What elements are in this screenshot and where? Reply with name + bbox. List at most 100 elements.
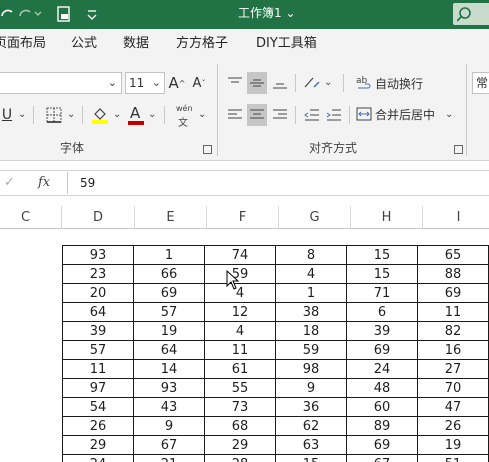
- wrap-text-button[interactable]: 自动换行: [375, 77, 423, 91]
- phonetic-guide-button[interactable]: wén 文: [174, 104, 194, 129]
- table-cell[interactable]: 27: [417, 359, 489, 379]
- top-align-button[interactable]: [225, 72, 245, 94]
- decrease-indent-button[interactable]: [302, 104, 322, 126]
- font-color-button[interactable]: A: [127, 104, 145, 126]
- table-cell[interactable]: 9: [133, 416, 205, 436]
- table-cell[interactable]: 88: [417, 264, 489, 284]
- table-cell[interactable]: 69: [346, 435, 418, 455]
- table-cell[interactable]: 29: [204, 435, 276, 455]
- table-cell[interactable]: 15: [346, 264, 418, 284]
- chevron-down-icon[interactable]: ⌄: [67, 109, 75, 120]
- table-cell[interactable]: 59: [275, 340, 347, 360]
- search-button[interactable]: [453, 3, 489, 25]
- table-cell[interactable]: 15: [346, 245, 418, 265]
- table-cell[interactable]: 67: [133, 435, 205, 455]
- alignment-dialog-launcher-icon[interactable]: [454, 145, 463, 154]
- align-left-button[interactable]: [225, 104, 245, 126]
- table-cell[interactable]: 69: [133, 283, 205, 303]
- table-cell[interactable]: 26: [417, 416, 489, 436]
- chevron-down-icon[interactable]: ⌄: [324, 77, 332, 88]
- underline-button[interactable]: U: [0, 104, 16, 126]
- table-cell[interactable]: 20: [62, 283, 134, 303]
- table-cell[interactable]: 89: [346, 416, 418, 436]
- table-cell[interactable]: 4: [204, 321, 276, 341]
- table-cell[interactable]: 11: [417, 302, 489, 322]
- table-cell[interactable]: 64: [133, 340, 205, 360]
- table-cell[interactable]: 16: [417, 340, 489, 360]
- bottom-align-button[interactable]: [270, 72, 290, 94]
- borders-button[interactable]: [44, 104, 64, 126]
- redo-icon[interactable]: [16, 4, 44, 24]
- table-cell[interactable]: 51: [417, 454, 489, 462]
- table-cell[interactable]: 69: [417, 283, 489, 303]
- table-cell[interactable]: 93: [133, 378, 205, 398]
- insert-function-button[interactable]: fx: [38, 175, 50, 190]
- decrease-font-size-button[interactable]: Aˇ: [190, 72, 208, 94]
- table-cell[interactable]: 98: [275, 359, 347, 379]
- table-cell[interactable]: 12: [204, 302, 276, 322]
- increase-indent-button[interactable]: [324, 104, 344, 126]
- table-cell[interactable]: 74: [204, 245, 276, 265]
- table-cell[interactable]: 57: [133, 302, 205, 322]
- table-cell[interactable]: 8: [275, 245, 347, 265]
- enter-check-icon[interactable]: ✓: [4, 175, 15, 190]
- table-cell[interactable]: 19: [133, 321, 205, 341]
- table-cell[interactable]: 63: [275, 435, 347, 455]
- table-cell[interactable]: 65: [417, 245, 489, 265]
- table-cell[interactable]: 23: [62, 264, 134, 284]
- table-cell[interactable]: 39: [346, 321, 418, 341]
- column-header-i[interactable]: I: [423, 206, 489, 229]
- font-dialog-launcher-icon[interactable]: [203, 145, 212, 154]
- table-cell[interactable]: 70: [417, 378, 489, 398]
- table-cell[interactable]: 1: [133, 245, 205, 265]
- table-cell[interactable]: 38: [275, 302, 347, 322]
- table-cell[interactable]: 24: [62, 454, 134, 462]
- table-cell[interactable]: 21: [133, 454, 205, 462]
- table-cell[interactable]: 59: [204, 264, 276, 284]
- orientation-button[interactable]: [302, 72, 322, 94]
- table-cell[interactable]: 57: [62, 340, 134, 360]
- table-cell[interactable]: 82: [417, 321, 489, 341]
- font-name-combo[interactable]: ⌄: [0, 72, 122, 94]
- undo-icon[interactable]: [0, 4, 14, 24]
- table-cell[interactable]: 67: [346, 454, 418, 462]
- table-cell[interactable]: 71: [346, 283, 418, 303]
- merge-center-button[interactable]: 合并后居中: [375, 108, 435, 122]
- column-header-d[interactable]: D: [62, 206, 135, 229]
- table-cell[interactable]: 19: [417, 435, 489, 455]
- chevron-down-icon[interactable]: ⌄: [198, 109, 206, 120]
- table-cell[interactable]: 93: [62, 245, 134, 265]
- column-header-f[interactable]: F: [207, 206, 279, 229]
- table-cell[interactable]: 9: [275, 378, 347, 398]
- table-cell[interactable]: 47: [417, 397, 489, 417]
- formula-input[interactable]: 59: [80, 176, 95, 190]
- align-center-button[interactable]: [247, 104, 267, 126]
- table-cell[interactable]: 14: [133, 359, 205, 379]
- table-cell[interactable]: 11: [204, 340, 276, 360]
- table-cell[interactable]: 15: [275, 454, 347, 462]
- table-cell[interactable]: 61: [204, 359, 276, 379]
- table-cell[interactable]: 97: [62, 378, 134, 398]
- tab-diy-toolbox[interactable]: DIY工具箱: [256, 36, 317, 52]
- column-header-h[interactable]: H: [351, 206, 423, 229]
- table-cell[interactable]: 39: [62, 321, 134, 341]
- chevron-down-icon[interactable]: ⌄: [445, 109, 453, 120]
- table-cell[interactable]: 4: [275, 264, 347, 284]
- align-right-button[interactable]: [270, 104, 290, 126]
- table-cell[interactable]: 4: [204, 283, 276, 303]
- customize-qat-icon[interactable]: [84, 4, 100, 24]
- table-cell[interactable]: 54: [62, 397, 134, 417]
- tab-data[interactable]: 数据: [123, 36, 149, 52]
- table-cell[interactable]: 11: [62, 359, 134, 379]
- tab-fangfangezi[interactable]: 方方格子: [176, 36, 228, 52]
- middle-align-button[interactable]: [247, 72, 267, 94]
- number-format-combo[interactable]: 常: [472, 72, 489, 94]
- column-header-g[interactable]: G: [279, 206, 351, 229]
- table-cell[interactable]: 1: [275, 283, 347, 303]
- table-cell[interactable]: 62: [275, 416, 347, 436]
- table-cell[interactable]: 64: [62, 302, 134, 322]
- table-cell[interactable]: 48: [346, 378, 418, 398]
- table-cell[interactable]: 55: [204, 378, 276, 398]
- table-cell[interactable]: 43: [133, 397, 205, 417]
- chevron-down-icon[interactable]: ⌄: [18, 109, 26, 120]
